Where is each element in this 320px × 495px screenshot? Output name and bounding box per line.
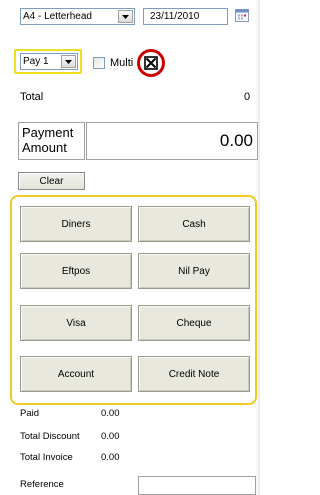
template-select[interactable]: A4 - Letterhead: [20, 8, 135, 25]
calendar-icon[interactable]: [235, 9, 249, 27]
visa-button[interactable]: Visa: [20, 305, 132, 341]
multi-label: Multi: [110, 57, 134, 69]
chevron-down-icon[interactable]: [61, 55, 76, 68]
cheque-button[interactable]: Cheque: [138, 305, 250, 341]
date-value: 23/11/2010: [150, 11, 200, 22]
total-invoice-label: Total Invoice: [20, 452, 73, 463]
pay-select-value: Pay 1: [23, 56, 49, 67]
paid-label: Paid: [20, 408, 40, 419]
reference-label: Reference: [20, 479, 64, 490]
payment-amount-label: Payment Amount: [18, 122, 85, 160]
credit-note-button[interactable]: Credit Note: [138, 356, 250, 392]
diners-button[interactable]: Diners: [20, 206, 132, 242]
payment-amount-value: 0.00: [219, 131, 253, 150]
template-select-value: A4 - Letterhead: [23, 11, 92, 22]
total-label: Total: [20, 91, 44, 103]
multi-checkbox[interactable]: [93, 57, 105, 69]
close-icon[interactable]: [137, 49, 165, 82]
date-field[interactable]: 23/11/2010: [143, 8, 228, 25]
paid-value: 0.00: [101, 408, 120, 419]
account-button[interactable]: Account: [20, 356, 132, 392]
total-discount-label: Total Discount: [20, 431, 80, 442]
nil-pay-button[interactable]: Nil Pay: [138, 253, 250, 289]
eftpos-button[interactable]: Eftpos: [20, 253, 132, 289]
chevron-down-icon[interactable]: [118, 10, 133, 23]
clear-button[interactable]: Clear: [18, 172, 85, 190]
reference-input[interactable]: [138, 476, 256, 495]
cash-button[interactable]: Cash: [138, 206, 250, 242]
payment-amount-input[interactable]: 0.00: [86, 122, 258, 160]
total-value: 0: [244, 91, 251, 103]
total-invoice-value: 0.00: [101, 452, 120, 463]
pay-select[interactable]: Pay 1: [20, 53, 78, 70]
total-discount-value: 0.00: [101, 431, 120, 442]
